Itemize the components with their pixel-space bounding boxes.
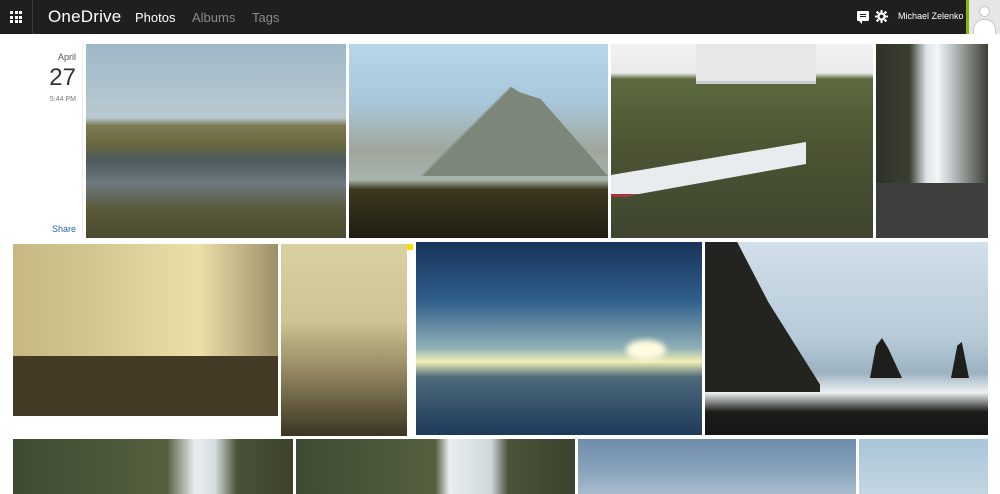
- app-launcher-button[interactable]: [0, 0, 33, 34]
- brand-logo[interactable]: OneDrive: [48, 7, 121, 27]
- photo-thumbnail[interactable]: [416, 242, 702, 435]
- nav-photos[interactable]: Photos: [135, 10, 175, 25]
- photo-thumbnail[interactable]: [611, 44, 873, 238]
- share-link[interactable]: Share: [52, 224, 76, 234]
- gear-icon[interactable]: [874, 9, 889, 24]
- photo-thumbnail[interactable]: [13, 439, 293, 494]
- photo-thumbnail[interactable]: [876, 44, 988, 238]
- photo-thumbnail[interactable]: [859, 439, 988, 494]
- photo-thumbnail[interactable]: [349, 44, 608, 238]
- top-bar: OneDrive Photos Albums Tags Michael Zele…: [0, 0, 1000, 34]
- photo-thumbnail[interactable]: [86, 44, 346, 238]
- date-group-header: April 27 5:44 PM Share: [13, 44, 83, 238]
- nav-albums[interactable]: Albums: [192, 10, 235, 25]
- date-day: 27: [49, 64, 76, 91]
- nav-tags[interactable]: Tags: [252, 10, 279, 25]
- photo-thumbnail[interactable]: [578, 439, 856, 494]
- photo-thumbnail[interactable]: [705, 242, 988, 435]
- selection-marker: [407, 244, 413, 250]
- date-time: 5:44 PM: [49, 96, 76, 103]
- date-month: April: [57, 52, 76, 62]
- app-launcher-icon: [10, 11, 22, 23]
- feedback-icon[interactable]: [857, 11, 869, 24]
- photo-thumbnail[interactable]: [296, 439, 575, 494]
- avatar[interactable]: [966, 0, 1000, 34]
- user-name[interactable]: Michael Zelenko: [898, 11, 964, 21]
- photo-thumbnail[interactable]: [13, 244, 278, 416]
- photo-thumbnail[interactable]: [281, 244, 407, 436]
